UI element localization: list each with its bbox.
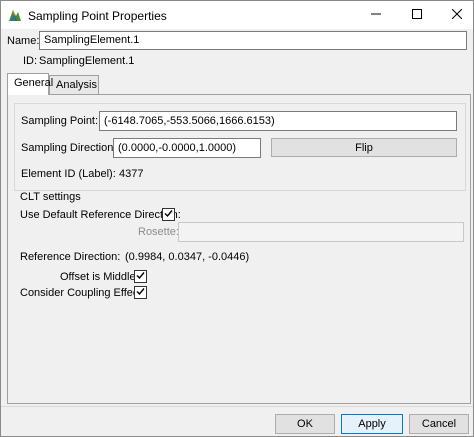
use-default-ref-checkbox[interactable] [162,208,175,221]
sampling-direction-field[interactable]: (0.0000,-0.0000,1.0000) [113,138,261,158]
title-bar[interactable]: Sampling Point Properties [1,1,473,29]
offset-middle-label: Offset is Middle: [60,271,139,283]
properties-dialog: Sampling Point Properties Name: Sampling… [0,0,474,437]
tab-general[interactable]: General [7,73,53,95]
name-label: Name: [7,35,40,47]
sampling-group: Sampling Point: (-6148.7065,-553.5066,16… [14,103,466,191]
coupling-effect-checkbox[interactable] [134,286,147,299]
coupling-effect-label: Consider Coupling Effect: [20,287,145,299]
name-input[interactable]: SamplingElement.1 [39,31,467,50]
rosette-field[interactable] [178,222,464,242]
close-button[interactable] [437,1,474,29]
maximize-button[interactable] [397,1,437,29]
apply-button[interactable]: Apply [341,414,403,434]
reference-direction-value: (0.9984, 0.0347, -0.0446) [125,251,250,263]
clt-settings-title: CLT settings [20,191,81,203]
ok-button[interactable]: OK [275,414,335,434]
minimize-button[interactable] [356,1,396,29]
minimize-icon [371,9,381,22]
reference-direction-label: Reference Direction: [20,251,121,263]
rosette-label: Rosette: [138,226,179,238]
id-label: ID: [23,55,38,67]
checkmark-icon [136,287,145,299]
offset-middle-checkbox[interactable] [134,270,147,283]
app-logo-icon [7,7,23,23]
element-id-value: 4377 [119,168,144,180]
sampling-point-field[interactable]: (-6148.7065,-553.5066,1666.6153) [99,111,457,131]
window-title: Sampling Point Properties [28,9,167,23]
checkmark-icon [136,271,145,283]
close-icon [451,8,463,22]
dialog-footer: OK Apply Cancel [1,406,473,436]
use-default-ref-label: Use Default Reference Direction: [20,209,181,221]
checkmark-icon [164,209,173,221]
sampling-direction-label: Sampling Direction: [21,142,117,154]
maximize-icon [412,8,422,22]
sampling-point-label: Sampling Point: [21,115,99,127]
element-id-label: Element ID (Label): [21,168,116,180]
cancel-button[interactable]: Cancel [409,414,469,434]
general-tab-panel: Sampling Point: (-6148.7065,-553.5066,16… [7,94,471,404]
flip-button[interactable]: Flip [271,138,457,157]
id-value: SamplingElement.1 [39,55,135,67]
tab-analysis[interactable]: Analysis [49,75,99,95]
